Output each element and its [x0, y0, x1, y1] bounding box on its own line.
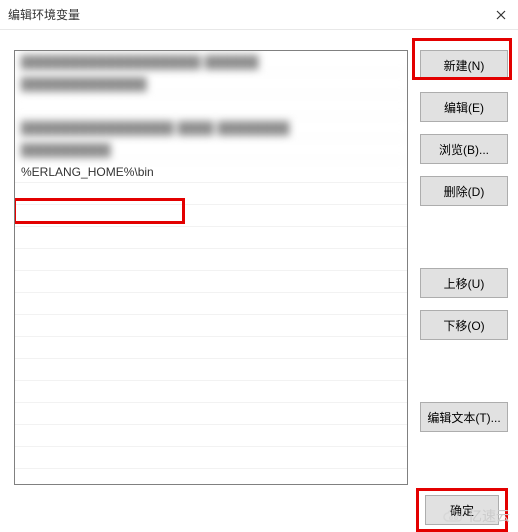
titlebar: 编辑环境变量: [0, 0, 518, 30]
list-item[interactable]: [15, 227, 407, 249]
new-button[interactable]: 新建(N): [420, 50, 508, 80]
buttons-column: 新建(N) 编辑(E) 浏览(B)... 删除(D) 上移(U) 下移(O) 编…: [420, 50, 508, 485]
moveup-button[interactable]: 上移(U): [420, 268, 508, 298]
list-item[interactable]: [15, 337, 407, 359]
list-item[interactable]: [15, 359, 407, 381]
spacer: [420, 218, 508, 256]
dialog-body: ████████████████████ ██████ ████████████…: [0, 30, 518, 485]
spacer: [420, 352, 508, 390]
browse-button[interactable]: 浏览(B)...: [420, 134, 508, 164]
list-item[interactable]: █████████████████ ████ ████████: [15, 117, 407, 139]
window-title: 编辑环境变量: [8, 6, 80, 23]
list-item[interactable]: [15, 381, 407, 403]
edittext-button[interactable]: 编辑文本(T)...: [420, 402, 508, 432]
highlight-marker: 确定: [416, 488, 508, 532]
list-item[interactable]: [15, 403, 407, 425]
list-item[interactable]: [15, 271, 407, 293]
dialog-footer: 确定: [0, 482, 518, 532]
list-item[interactable]: [15, 293, 407, 315]
list-item[interactable]: ██████████: [15, 139, 407, 161]
list-item[interactable]: ██████████████: [15, 73, 407, 95]
list-item[interactable]: [15, 95, 407, 117]
movedown-button[interactable]: 下移(O): [420, 310, 508, 340]
list-item[interactable]: [15, 315, 407, 337]
ok-button[interactable]: 确定: [425, 495, 499, 525]
list-item[interactable]: [15, 205, 407, 227]
list-item[interactable]: [15, 425, 407, 447]
list-item[interactable]: ████████████████████ ██████: [15, 51, 407, 73]
list-item[interactable]: [15, 249, 407, 271]
list-item[interactable]: [15, 183, 407, 205]
list-item-erlang-home[interactable]: %ERLANG_HOME%\bin: [15, 161, 407, 183]
close-icon[interactable]: [494, 8, 508, 22]
env-var-list[interactable]: ████████████████████ ██████ ████████████…: [14, 50, 408, 485]
delete-button[interactable]: 删除(D): [420, 176, 508, 206]
list-item[interactable]: [15, 447, 407, 469]
edit-button[interactable]: 编辑(E): [420, 92, 508, 122]
